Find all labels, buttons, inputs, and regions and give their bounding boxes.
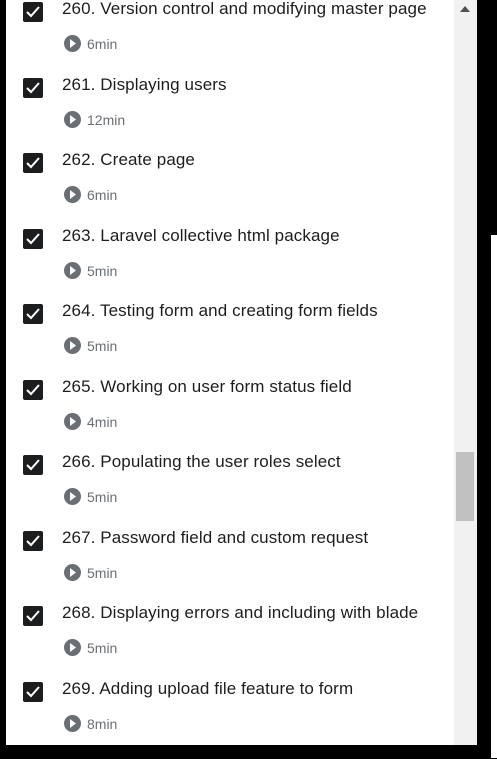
vertical-scrollbar[interactable] bbox=[454, 0, 477, 745]
play-icon bbox=[64, 488, 81, 505]
completed-checkbox-icon[interactable] bbox=[23, 530, 43, 551]
lecture-item[interactable]: 268. Displaying errors and including wit… bbox=[6, 597, 454, 673]
lecture-duration: 6min bbox=[87, 36, 118, 52]
play-icon bbox=[64, 639, 81, 656]
completed-checkbox-icon[interactable] bbox=[23, 153, 43, 173]
completed-checkbox-icon[interactable] bbox=[23, 606, 43, 626]
lecture-duration: 5min bbox=[87, 564, 118, 581]
lecture-duration: 5min bbox=[87, 262, 118, 279]
lecture-duration: 5min bbox=[87, 640, 118, 656]
lecture-title[interactable]: 262. Create page bbox=[62, 150, 195, 170]
completed-checkbox-icon[interactable] bbox=[23, 77, 43, 98]
play-icon bbox=[64, 563, 81, 581]
lecture-duration: 6min bbox=[87, 187, 118, 203]
completed-checkbox-icon[interactable] bbox=[23, 2, 43, 22]
scrollbar-thumb[interactable] bbox=[456, 452, 474, 521]
lecture-item[interactable]: 263. Laravel collective html package 5mi… bbox=[6, 220, 454, 296]
lecture-title[interactable]: 268. Displaying errors and including wit… bbox=[62, 603, 418, 623]
play-icon bbox=[64, 714, 81, 732]
completed-checkbox-icon[interactable] bbox=[23, 379, 43, 400]
lecture-title[interactable]: 269. Adding upload file feature to form bbox=[62, 679, 353, 699]
lecture-item[interactable]: 262. Create page 6min bbox=[6, 144, 454, 220]
window-edge bbox=[491, 235, 497, 758]
lecture-duration: 8min bbox=[87, 715, 118, 732]
curriculum-panel: 260. Version control and modifying maste… bbox=[6, 0, 477, 745]
lecture-title[interactable]: 265. Working on user form status field bbox=[62, 377, 352, 397]
lecture-list: 260. Version control and modifying maste… bbox=[6, 0, 454, 745]
lecture-duration: 4min bbox=[87, 413, 118, 430]
lecture-duration: 12min bbox=[87, 111, 126, 128]
lecture-title[interactable]: 264. Testing form and creating form fiel… bbox=[62, 301, 378, 321]
lecture-item[interactable]: 267. Password field and custom request 5… bbox=[6, 522, 454, 598]
lecture-item[interactable]: 260. Version control and modifying maste… bbox=[6, 0, 454, 69]
lecture-item[interactable]: 269. Adding upload file feature to form … bbox=[6, 673, 454, 746]
completed-checkbox-icon[interactable] bbox=[23, 228, 43, 249]
play-icon bbox=[64, 337, 81, 354]
completed-checkbox-icon[interactable] bbox=[23, 304, 43, 324]
play-icon bbox=[64, 186, 81, 203]
lecture-title[interactable]: 261. Displaying users bbox=[62, 75, 227, 95]
completed-checkbox-icon[interactable] bbox=[23, 681, 43, 702]
lecture-item[interactable]: 261. Displaying users 12min bbox=[6, 69, 454, 145]
lecture-item[interactable]: 266. Populating the user roles select 5m… bbox=[6, 446, 454, 522]
lecture-title[interactable]: 260. Version control and modifying maste… bbox=[62, 0, 427, 19]
lecture-title[interactable]: 266. Populating the user roles select bbox=[62, 452, 341, 472]
lecture-item[interactable]: 265. Working on user form status field 4… bbox=[6, 371, 454, 447]
play-icon bbox=[64, 261, 81, 279]
lecture-title[interactable]: 267. Password field and custom request bbox=[62, 528, 368, 548]
play-icon bbox=[64, 35, 81, 52]
lecture-item[interactable]: 264. Testing form and creating form fiel… bbox=[6, 295, 454, 371]
play-icon bbox=[64, 110, 81, 128]
lecture-title[interactable]: 263. Laravel collective html package bbox=[62, 226, 340, 246]
completed-checkbox-icon[interactable] bbox=[23, 455, 43, 475]
lecture-duration: 5min bbox=[87, 338, 118, 354]
play-icon bbox=[64, 412, 81, 430]
lecture-duration: 5min bbox=[87, 489, 118, 505]
scroll-up-arrow-icon[interactable] bbox=[460, 6, 470, 12]
